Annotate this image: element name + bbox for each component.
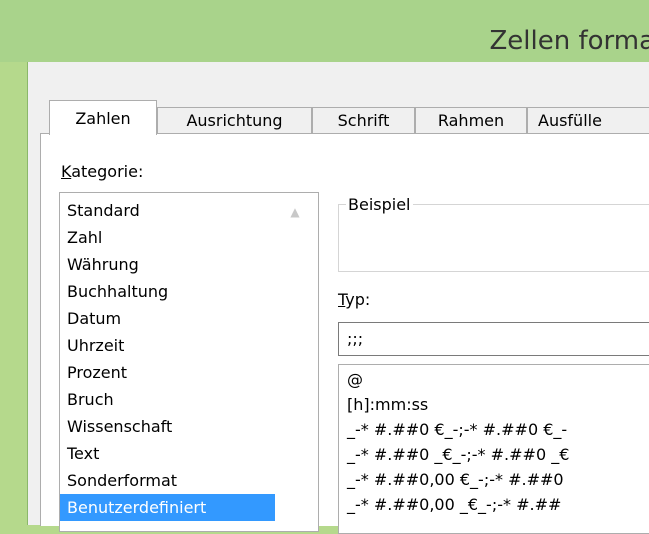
kategorie-item-buchhaltung[interactable]: Buchhaltung [60,278,275,305]
format-item[interactable]: _-* #.##0,00 _€_-;-* #.## [339,492,649,517]
kategorie-label-text: ategorie: [71,162,144,181]
kategorie-item-wissenschaft[interactable]: Wissenschaft [60,413,275,440]
tab-label: Zahlen [75,108,131,128]
kategorie-item-text[interactable]: Text [60,440,275,467]
kategorie-label-accesskey: K [61,162,72,181]
tab-bar: Zahlen Ausrichtung Schrift Rahmen Ausfül… [40,100,649,135]
tab-schrift[interactable]: Schrift [312,107,415,133]
dialog-titlebar: Zellen forma [0,0,649,62]
tab-label: Ausfülle [538,111,602,130]
tab-zahlen[interactable]: Zahlen [49,100,157,135]
format-item[interactable]: [h]:mm:ss [339,392,649,417]
format-item[interactable]: _-* #.##0 €_-;-* #.##0 €_- [339,417,649,442]
kategorie-item-waehrung[interactable]: Währung [60,251,275,278]
kategorie-label: Kategorie: [61,162,143,181]
typ-label: Typ: [338,290,370,309]
typ-input[interactable]: ;;; [338,322,649,356]
kategorie-item-benutzerdefiniert[interactable]: Benutzerdefiniert [60,494,275,521]
kategorie-item-bruch[interactable]: Bruch [60,386,275,413]
format-code-listbox[interactable]: @ [h]:mm:ss _-* #.##0 €_-;-* #.##0 €_- _… [338,364,649,534]
dialog-title: Zellen forma [489,26,649,56]
tab-ausfuellen[interactable]: Ausfülle [527,107,649,133]
beispiel-groupbox [338,204,649,272]
kategorie-item-datum[interactable]: Datum [60,305,275,332]
format-item[interactable]: _-* #.##0 _€_-;-* #.##0 _€ [339,442,649,467]
kategorie-item-sonderformat[interactable]: Sonderformat [60,467,275,494]
kategorie-item-prozent[interactable]: Prozent [60,359,275,386]
beispiel-label: Beispiel [346,195,413,214]
scroll-up-arrow-icon[interactable]: ▲ [287,205,303,219]
tab-label: Ausrichtung [186,111,283,130]
tab-label: Rahmen [437,111,505,130]
kategorie-item-zahl[interactable]: Zahl [60,224,275,251]
tab-label: Schrift [337,111,390,130]
tab-rahmen[interactable]: Rahmen [415,107,527,133]
typ-label-text: yp: [345,290,371,309]
format-item[interactable]: _-* #.##0,00 €_-;-* #.##0 [339,467,649,492]
tab-ausrichtung[interactable]: Ausrichtung [157,107,312,133]
kategorie-item-standard[interactable]: Standard [60,197,275,224]
format-item[interactable]: @ [339,367,649,392]
kategorie-item-uhrzeit[interactable]: Uhrzeit [60,332,275,359]
kategorie-listbox[interactable]: Standard Zahl Währung Buchhaltung Datum … [59,192,319,532]
